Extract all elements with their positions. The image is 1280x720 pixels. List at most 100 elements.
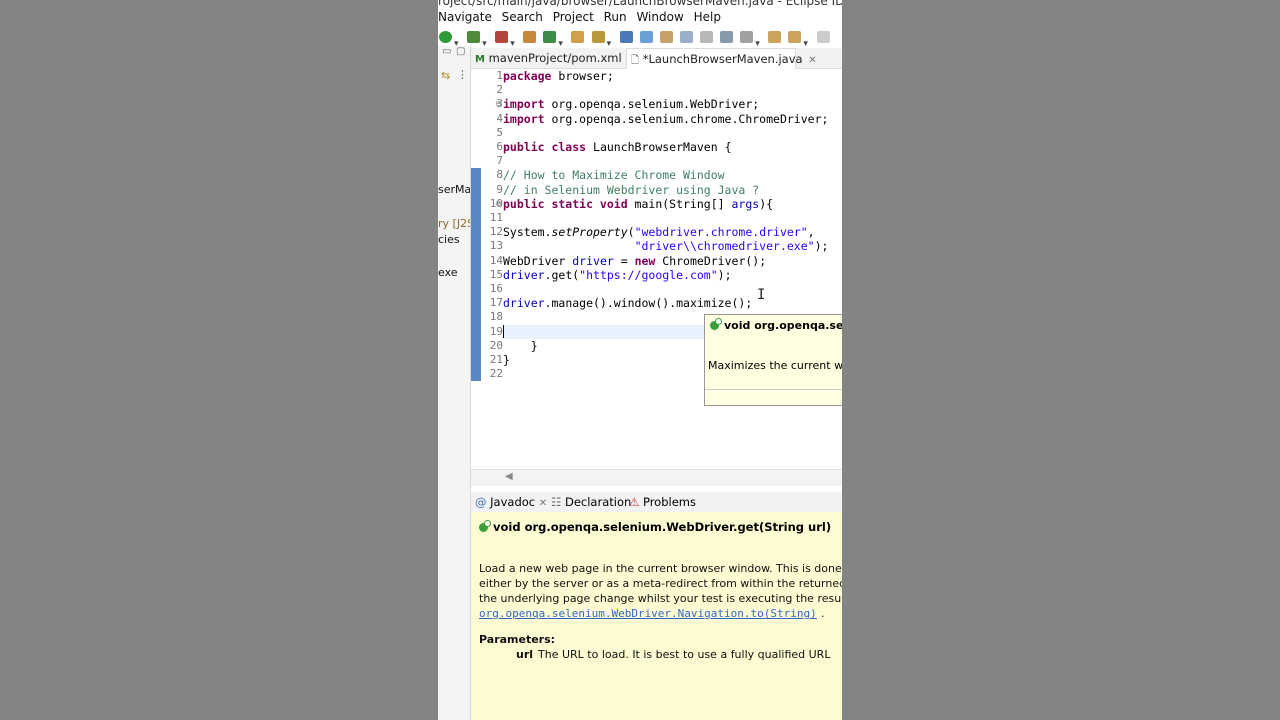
code-line: "driver\\chromedriver.exe"); bbox=[503, 239, 829, 254]
tree-item-jre[interactable]: ry [J2SE bbox=[438, 217, 470, 230]
word-wrap-icon[interactable] bbox=[679, 31, 693, 43]
external-tools-dropdown-icon[interactable] bbox=[510, 31, 516, 43]
fold-icon[interactable]: ⊖ bbox=[495, 197, 502, 211]
tree-item-dependencies[interactable]: cies bbox=[438, 233, 460, 246]
menu-search[interactable]: Search bbox=[502, 10, 543, 24]
change-ruler bbox=[471, 69, 481, 469]
code-token: browser; bbox=[551, 69, 614, 83]
line-number: 9 bbox=[496, 182, 503, 196]
new-class-icon[interactable] bbox=[543, 31, 557, 43]
ibeam-cursor-icon: I bbox=[757, 287, 766, 303]
menu-window[interactable]: Window bbox=[636, 10, 683, 24]
line-number: 4 bbox=[496, 111, 503, 125]
next-annotation-dropdown-icon[interactable] bbox=[755, 31, 761, 43]
javadoc-title: void org.openqa.selenium.WebDriver.get(S… bbox=[493, 520, 832, 534]
line-number: 6 bbox=[496, 140, 503, 153]
menu-help[interactable]: Help bbox=[694, 10, 721, 24]
menu-bar: Navigate Search Project Run Window Help bbox=[438, 10, 842, 28]
search-tool-icon[interactable] bbox=[591, 31, 605, 43]
back-icon[interactable] bbox=[788, 31, 802, 43]
code-line: // How to Maximize Chrome Window bbox=[503, 168, 725, 182]
last-edit-icon[interactable] bbox=[768, 31, 782, 43]
tree-item-class[interactable]: serMa bbox=[438, 183, 470, 196]
menu-run[interactable]: Run bbox=[604, 10, 627, 24]
fold-icon[interactable]: ⊖ bbox=[495, 97, 502, 111]
annotation-icon[interactable] bbox=[619, 31, 633, 43]
menu-project[interactable]: Project bbox=[553, 10, 594, 24]
code-editor[interactable]: 1 2 3 4 5 6 7 8 9 10 11 12 13 14 15 16 17 18 19 20 21 22 pack… bbox=[471, 69, 842, 469]
java-file-icon: 🗋 bbox=[631, 55, 640, 66]
tab-declaration[interactable]: ☷ Declaration bbox=[551, 495, 631, 509]
code-token: "webdriver.chrome.driver" bbox=[634, 225, 808, 240]
search-dropdown-icon[interactable] bbox=[607, 31, 613, 43]
show-whitespace-icon[interactable] bbox=[700, 31, 714, 43]
code-token: "driver\\chromedriver.exe" bbox=[634, 239, 815, 254]
code-token: ){ bbox=[759, 196, 774, 211]
minimize-icon[interactable]: ▭ bbox=[442, 46, 451, 57]
scroll-left-icon[interactable]: ◀ bbox=[505, 471, 513, 482]
javadoc-view[interactable]: void org.openqa.selenium.WebDriver.get(S… bbox=[471, 512, 842, 720]
hover-tooltip[interactable]: void org.openqa.selenium.W Maximizes the… bbox=[704, 314, 842, 406]
maximize-icon[interactable]: ▢ bbox=[456, 46, 465, 57]
tooltip-title: void org.openqa.selenium.W bbox=[724, 319, 842, 332]
code-token: LaunchBrowserMaven { bbox=[586, 140, 732, 154]
menu-navigate[interactable]: Navigate bbox=[438, 10, 492, 24]
code-token: org.openqa.selenium.chrome.ChromeDriver; bbox=[544, 111, 829, 126]
line-number: 15 bbox=[489, 267, 503, 281]
new-class-dropdown-icon[interactable] bbox=[558, 31, 564, 43]
tab-problems[interactable]: ⚠ Problems bbox=[629, 495, 696, 509]
code-token: driver bbox=[503, 296, 545, 311]
pilcrow-icon[interactable] bbox=[720, 31, 734, 43]
line-number: 22 bbox=[489, 367, 503, 381]
next-annotation-icon[interactable] bbox=[740, 31, 754, 43]
debug-icon[interactable] bbox=[467, 31, 481, 43]
code-token: import bbox=[503, 111, 545, 126]
javadoc-link-suffix: . bbox=[821, 607, 825, 620]
link-editor-icon[interactable]: ⇆ bbox=[441, 69, 450, 82]
tab-label: Javadoc bbox=[490, 495, 536, 509]
tab-pom-xml[interactable]: M mavenProject/pom.xml bbox=[475, 48, 625, 68]
tab-javadoc[interactable]: @ Javadoc ✕ bbox=[475, 495, 547, 509]
run-dropdown-icon[interactable] bbox=[454, 31, 460, 43]
xml-file-icon: M bbox=[475, 54, 485, 65]
tab-label: mavenProject/pom.xml bbox=[488, 51, 622, 65]
bottom-tab-bar: @ Javadoc ✕ ☷ Declaration ⚠ Problems bbox=[471, 492, 842, 513]
new-package-icon[interactable] bbox=[523, 31, 537, 43]
line-number: 18 bbox=[489, 310, 503, 324]
code-line: import org.openqa.selenium.chrome.Chrome… bbox=[503, 112, 828, 126]
code-token: .manage().window().maximize(); bbox=[544, 296, 753, 311]
open-type-icon[interactable] bbox=[571, 31, 585, 43]
horizontal-scrollbar[interactable]: ◀ bbox=[471, 469, 842, 486]
close-tab-icon[interactable]: ✕ bbox=[539, 498, 547, 509]
code-token: new bbox=[634, 253, 656, 268]
close-tab-icon[interactable]: ✕ bbox=[808, 55, 816, 66]
tab-launch-browser-maven[interactable]: 🗋 *LaunchBrowserMaven.java ✕ bbox=[626, 48, 817, 69]
line-number: 21 bbox=[489, 353, 503, 366]
line-number: 14 bbox=[489, 253, 503, 267]
back-dropdown-icon[interactable] bbox=[803, 31, 809, 43]
change-marker bbox=[471, 168, 481, 381]
tree-item-exe[interactable]: exe bbox=[438, 266, 458, 279]
text-cursor bbox=[503, 325, 504, 338]
code-line: driver.manage().window().maximize(); bbox=[503, 296, 752, 310]
code-token: ( bbox=[627, 225, 635, 240]
highlight-icon[interactable] bbox=[639, 31, 653, 43]
code-line: driver.get("https://google.com"); bbox=[503, 268, 732, 282]
tab-label: Declaration bbox=[564, 495, 632, 509]
external-tools-icon[interactable] bbox=[495, 31, 509, 43]
editor-tab-bar: M mavenProject/pom.xml 🗋 *LaunchBrowserM… bbox=[471, 48, 842, 69]
forward-icon[interactable] bbox=[816, 31, 830, 43]
code-token: System. bbox=[503, 225, 552, 240]
code-line: System.setProperty("webdriver.chrome.dri… bbox=[503, 225, 815, 239]
run-icon[interactable] bbox=[439, 31, 452, 43]
public-method-icon bbox=[479, 520, 491, 532]
javadoc-link[interactable]: org.openqa.selenium.WebDriver.Navigation… bbox=[479, 607, 817, 620]
code-line: } bbox=[503, 353, 510, 367]
tab-label: *LaunchBrowserMaven.java bbox=[642, 52, 803, 66]
debug-dropdown-icon[interactable] bbox=[482, 31, 488, 43]
code-token: = bbox=[613, 253, 635, 268]
code-token: WebDriver bbox=[503, 253, 573, 268]
block-select-icon[interactable] bbox=[659, 31, 673, 43]
tab-label: Problems bbox=[642, 495, 696, 509]
view-menu-icon[interactable]: ⋮ bbox=[457, 68, 468, 81]
